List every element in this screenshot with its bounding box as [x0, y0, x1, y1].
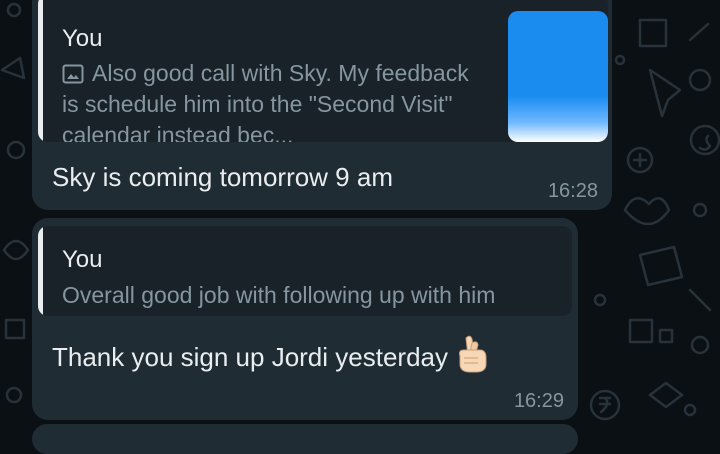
- quote-accent-bar: [38, 0, 43, 142]
- quoted-reply[interactable]: You Overall good job with following up w…: [38, 226, 572, 316]
- message-bubble-outgoing[interactable]: You Also good call with Sky. My feedback…: [32, 0, 612, 210]
- crossed-fingers-emoji: [459, 335, 487, 373]
- quote-author: You: [62, 246, 103, 273]
- message-text: Thank you sign up Jordi yesterday: [52, 342, 448, 372]
- message-text: Sky is coming tomorrow 9 am: [52, 162, 393, 192]
- message-time: 16:29: [513, 390, 564, 412]
- quoted-reply[interactable]: You Also good call with Sky. My feedback…: [38, 0, 608, 142]
- quote-text-block: Also good call with Sky. My feedback is …: [62, 58, 472, 142]
- quote-accent-bar: [38, 226, 43, 316]
- quote-author: You: [62, 25, 103, 52]
- message-bubble-partial[interactable]: [32, 424, 578, 454]
- image-icon: [62, 64, 84, 84]
- quote-text: Also good call with Sky. My feedback is …: [62, 60, 469, 142]
- message-bubble-outgoing[interactable]: You Overall good job with following up w…: [32, 218, 578, 420]
- quote-text: Overall good job with following up with …: [62, 282, 496, 308]
- message-text-line: Thank you sign up Jordi yesterday: [52, 334, 488, 374]
- quoted-image-thumbnail[interactable]: [508, 11, 608, 142]
- message-time: 16:28: [547, 180, 598, 202]
